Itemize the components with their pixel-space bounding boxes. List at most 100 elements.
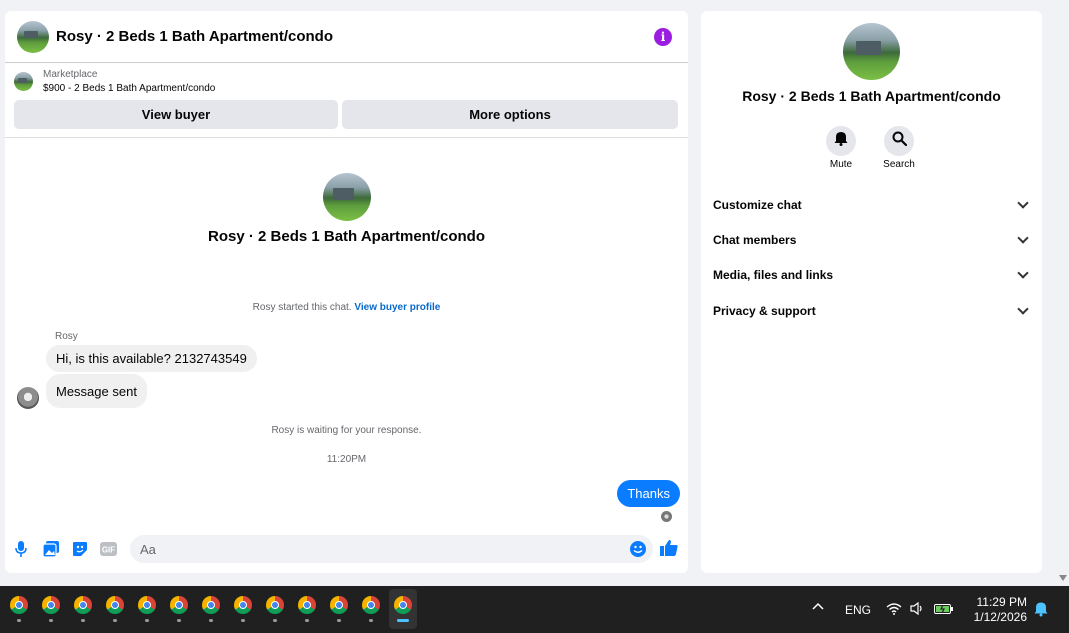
info-title: Rosy · 2 Beds 1 Bath Apartment/condo xyxy=(742,88,1001,104)
chat-started-note: Rosy started this chat. View buyer profi… xyxy=(5,302,688,313)
section-label: Customize chat xyxy=(713,198,802,212)
chrome-icon xyxy=(266,596,284,614)
running-indicator xyxy=(397,619,409,622)
taskbar-app-chrome[interactable] xyxy=(165,589,193,629)
running-indicator xyxy=(337,619,341,622)
message-bubble[interactable]: Hi, is this available? 2132743549 xyxy=(46,345,257,372)
search-icon xyxy=(892,131,907,151)
marketplace-listing[interactable]: Marketplace $900 - 2 Beds 1 Bath Apartme… xyxy=(5,63,688,94)
running-indicator xyxy=(17,619,21,622)
taskbar-app-chrome[interactable] xyxy=(325,589,353,629)
chrome-icon xyxy=(298,596,316,614)
marketplace-label: Marketplace xyxy=(43,69,98,80)
taskbar-app-chrome[interactable] xyxy=(197,589,225,629)
running-indicator xyxy=(369,619,373,622)
taskbar-app-chrome[interactable] xyxy=(37,589,65,629)
running-indicator xyxy=(145,619,149,622)
listing-price: $900 - 2 Beds 1 Bath Apartment/condo xyxy=(43,83,216,94)
volume-icon[interactable] xyxy=(910,602,925,615)
mute-button[interactable] xyxy=(826,126,856,156)
message-input[interactable]: Aa xyxy=(130,535,653,563)
taskbar-app-chrome[interactable] xyxy=(69,589,97,629)
chrome-icon xyxy=(74,596,92,614)
thumbs-up-icon[interactable] xyxy=(660,539,678,557)
message-bubble[interactable]: Message sent xyxy=(46,374,147,408)
chevron-down-icon xyxy=(1017,232,1029,244)
taskbar-app-chrome[interactable] xyxy=(357,589,385,629)
chevron-down-icon xyxy=(1017,197,1029,209)
taskbar-app-chrome[interactable] xyxy=(229,589,257,629)
microphone-icon[interactable] xyxy=(15,541,27,557)
running-indicator xyxy=(241,619,245,622)
chat-header: Rosy · 2 Beds 1 Bath Apartment/condo i xyxy=(5,11,688,63)
section-privacy-support[interactable]: Privacy & support xyxy=(713,300,1030,322)
chrome-icon xyxy=(42,596,60,614)
mute-label: Mute xyxy=(829,159,853,170)
taskbar-app-chrome[interactable] xyxy=(101,589,129,629)
read-receipt-avatar xyxy=(661,511,672,522)
emoji-icon[interactable] xyxy=(630,541,646,557)
sender-avatar[interactable] xyxy=(17,387,39,409)
scroll-down-arrow[interactable] xyxy=(1059,575,1067,581)
taskbar: ENG 11:29 PM 1/12/2026 xyxy=(0,586,1069,633)
sender-name: Rosy xyxy=(55,331,78,342)
running-indicator xyxy=(209,619,213,622)
taskbar-app-chrome[interactable] xyxy=(133,589,161,629)
running-indicator xyxy=(305,619,309,622)
chat-panel: Rosy · 2 Beds 1 Bath Apartment/condo i M… xyxy=(5,11,688,573)
chrome-icon xyxy=(138,596,156,614)
intro-title: Rosy · 2 Beds 1 Bath Apartment/condo xyxy=(208,228,485,245)
chrome-icon xyxy=(106,596,124,614)
section-chat-members[interactable]: Chat members xyxy=(713,229,1030,251)
chat-info-panel: Rosy · 2 Beds 1 Bath Apartment/condo Mut… xyxy=(701,11,1042,573)
section-customize-chat[interactable]: Customize chat xyxy=(713,194,1030,216)
running-indicator xyxy=(177,619,181,622)
gif-icon[interactable]: GIF xyxy=(100,541,117,557)
chevron-down-icon xyxy=(1017,303,1029,315)
taskbar-app-chrome[interactable] xyxy=(261,589,289,629)
section-media-files-links[interactable]: Media, files and links xyxy=(713,264,1030,286)
section-label: Media, files and links xyxy=(713,268,834,282)
photo-icon[interactable] xyxy=(43,541,59,557)
notification-bell-icon[interactable] xyxy=(1034,601,1048,617)
taskbar-app-chrome[interactable] xyxy=(5,589,33,629)
battery-icon[interactable] xyxy=(934,602,954,615)
wifi-icon[interactable] xyxy=(886,602,902,615)
message-input-placeholder: Aa xyxy=(140,541,156,557)
divider xyxy=(5,137,688,138)
running-indicator xyxy=(81,619,85,622)
intro-thumbnail[interactable] xyxy=(322,173,371,221)
search-button[interactable] xyxy=(884,126,914,156)
chrome-icon xyxy=(394,596,412,614)
chat-title[interactable]: Rosy · 2 Beds 1 Bath Apartment/condo xyxy=(56,28,333,45)
svg-text:GIF: GIF xyxy=(102,546,115,555)
taskbar-app-chrome[interactable] xyxy=(389,589,417,629)
section-label: Chat members xyxy=(713,233,797,247)
running-indicator xyxy=(113,619,117,622)
view-buyer-profile-link[interactable]: View buyer profile xyxy=(354,302,440,313)
running-indicator xyxy=(273,619,277,622)
clock-date: 1/12/2026 xyxy=(973,610,1027,624)
chrome-icon xyxy=(330,596,348,614)
started-text: Rosy started this chat. xyxy=(252,302,352,313)
message-bubble-sent[interactable]: Thanks xyxy=(617,480,680,507)
clock-time: 11:29 PM xyxy=(976,595,1027,609)
chevron-up-icon[interactable] xyxy=(812,602,824,610)
search-label: Search xyxy=(883,159,915,170)
more-options-button[interactable]: More options xyxy=(342,100,678,129)
chrome-icon xyxy=(362,596,380,614)
info-thumbnail[interactable] xyxy=(843,23,900,80)
timestamp: 11:20PM xyxy=(326,454,367,465)
running-indicator xyxy=(49,619,53,622)
listing-thumbnail[interactable] xyxy=(17,20,49,53)
view-buyer-button[interactable]: View buyer xyxy=(14,100,338,129)
chrome-icon xyxy=(10,596,28,614)
sticker-icon[interactable] xyxy=(72,541,88,557)
taskbar-app-chrome[interactable] xyxy=(293,589,321,629)
system-clock[interactable]: 11:29 PM 1/12/2026 xyxy=(974,595,1027,625)
bell-icon xyxy=(834,131,848,151)
chat-intro: Rosy · 2 Beds 1 Bath Apartment/condo xyxy=(5,173,688,245)
waiting-note: Rosy is waiting for your response. xyxy=(271,425,422,436)
info-icon[interactable]: i xyxy=(654,28,672,46)
language-indicator[interactable]: ENG xyxy=(845,603,871,617)
